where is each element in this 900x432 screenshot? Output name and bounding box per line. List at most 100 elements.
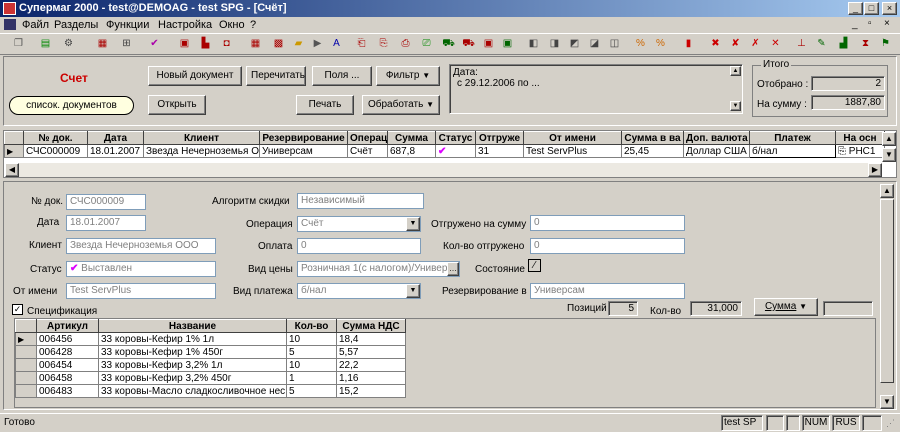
spec-cell-qty[interactable]: 10 (286, 358, 337, 372)
cell-operation[interactable]: Счёт (347, 144, 388, 158)
truck-icon-1[interactable]: ⛟ (440, 36, 457, 52)
cell-extra-currency[interactable]: Доллар США (683, 144, 750, 158)
doc-list-button[interactable]: список. документов (9, 96, 134, 115)
header-sum[interactable]: Сумма (387, 131, 436, 145)
header-status[interactable]: Статус (435, 131, 476, 145)
disk-icon-2[interactable]: ▣ (499, 36, 516, 52)
header-date[interactable]: Дата (87, 131, 144, 145)
from-field[interactable]: Test ServPlus (66, 283, 216, 299)
window-icon[interactable]: ◘ (218, 36, 235, 52)
child-close-button[interactable]: × (884, 18, 890, 29)
truck-icon-2[interactable]: ⛟ (460, 36, 477, 52)
cell-basis[interactable]: ⎘ РНС1 (835, 144, 885, 158)
tag-icon-3[interactable]: ◪ (586, 36, 603, 52)
spec-cell-vat[interactable]: 22,2 (336, 358, 406, 372)
grid-scroll-up-icon[interactable]: ▲ (882, 132, 896, 146)
cell-status[interactable]: ✔ (435, 144, 476, 158)
spec-cell-name[interactable]: 33 коровы-Кефир 3,2% 1л (98, 358, 287, 372)
docno-field[interactable]: СЧС000009 (66, 194, 146, 210)
store-icon[interactable]: ▦ (94, 36, 111, 52)
spec-cell-article[interactable]: 006458 (36, 371, 99, 385)
header-reserve[interactable]: Резервирование (259, 131, 348, 145)
grid-scroll-down-icon[interactable]: ▼ (882, 148, 896, 162)
menu-settings[interactable]: Настройка (158, 19, 212, 31)
percent-icon-2[interactable]: % (652, 36, 669, 52)
shipped-sum-field[interactable]: 0 (530, 215, 685, 231)
spec-cell-name[interactable]: 33 коровы-Масло сладкосливочное нес (98, 384, 287, 398)
spec-cell-name[interactable]: 33 коровы-Кефир 3,2% 450г (98, 371, 287, 385)
cross-icon-3[interactable]: ✗ (747, 36, 764, 52)
recalc-button[interactable]: Перечитать (246, 66, 306, 86)
menu-window[interactable]: Окно (219, 19, 245, 31)
spec-cell-vat[interactable]: 18,4 (336, 332, 406, 346)
cell-from[interactable]: Test ServPlus (523, 144, 622, 158)
spec-cell-name[interactable]: 33 коровы-Кефир 1% 1л (98, 332, 287, 346)
spec-cell-qty[interactable]: 1 (286, 371, 337, 385)
tag-icon-2[interactable]: ◩ (566, 36, 583, 52)
menu-functions[interactable]: Функции (106, 19, 149, 31)
state-checkbox[interactable]: ⁄ (528, 259, 541, 272)
client-field[interactable]: Звезда Нечерноземья ООО (66, 238, 216, 254)
doc-icon-3[interactable]: ⎙ (397, 36, 414, 52)
list-icon[interactable]: ▤ (37, 36, 54, 52)
doc-icon-4[interactable]: ⎚ (418, 36, 435, 52)
minimize-button[interactable]: _ (848, 2, 863, 15)
menu-sections[interactable]: Разделы (54, 19, 98, 31)
font-icon[interactable]: A (328, 36, 345, 52)
header-client[interactable]: Клиент (143, 131, 260, 145)
print-button[interactable]: Печать (296, 95, 354, 115)
spec-cell-vat[interactable]: 1,16 (336, 371, 406, 385)
gear-icon[interactable]: ⚙ (60, 36, 77, 52)
filter-button[interactable]: Фильтр ▼ (376, 66, 440, 86)
pay-type-select[interactable]: б/нал ▼ (297, 283, 421, 299)
folder-icon[interactable]: ▰ (290, 36, 307, 52)
pay-type-dropdown-icon[interactable]: ▼ (406, 284, 420, 298)
chart-icon[interactable]: ▙ (197, 36, 214, 52)
flag-icon[interactable]: ▶ (309, 36, 326, 52)
grid-scroll-left-icon[interactable]: ◀ (5, 163, 19, 177)
header-basis[interactable]: На осн (835, 131, 885, 145)
table-icon[interactable]: ▦ (247, 36, 264, 52)
check-icon[interactable]: ✔ (146, 36, 163, 52)
percent-icon-1[interactable]: % (632, 36, 649, 52)
operation-select[interactable]: Счёт ▼ (297, 216, 421, 232)
tag-icon-1[interactable]: ◨ (546, 36, 563, 52)
reserve-field[interactable]: Универсам (530, 283, 685, 299)
spec-cell-vat[interactable]: 5,57 (336, 345, 406, 359)
cell-reserve[interactable]: Универсам (259, 144, 348, 158)
date-field[interactable]: 18.01.2007 (66, 215, 146, 231)
child-restore-button[interactable]: ▫ (868, 18, 872, 29)
spec-cell-article[interactable]: 006428 (36, 345, 99, 359)
header-currency-sum[interactable]: Сумма в ва (621, 131, 684, 145)
grid-hscroll-track[interactable] (19, 163, 868, 177)
form-scroll-up-icon[interactable]: ▲ (880, 184, 894, 198)
tree-icon[interactable]: ⊞ (118, 36, 135, 52)
spec-cell-article[interactable]: 006483 (36, 384, 99, 398)
header-payment[interactable]: Платеж (749, 131, 836, 145)
process-button[interactable]: Обработать ▼ (362, 95, 440, 115)
price-type-ellipsis-button[interactable]: … (447, 262, 459, 276)
cell-currency-sum[interactable]: 25,45 (621, 144, 684, 158)
filter-scroll-down-icon[interactable]: ▼ (730, 101, 741, 111)
form-scroll-down-icon[interactable]: ▼ (880, 395, 894, 409)
cell-docno[interactable]: СЧС000009 (23, 144, 88, 158)
sum-dropdown-button[interactable]: Сумма ▼ (754, 298, 818, 316)
spec-row[interactable]: ▶ 006456 33 коровы-Кефир 1% 1л 10 18,4 (15, 332, 406, 346)
operation-dropdown-icon[interactable]: ▼ (406, 217, 420, 231)
form-scroll-thumb[interactable] (880, 199, 894, 383)
copy-icon[interactable]: ❐ (10, 36, 27, 52)
form-icon[interactable]: ▣ (176, 36, 193, 52)
spec-header-name[interactable]: Название (98, 319, 287, 333)
cell-client[interactable]: Звезда Нечерноземья О (143, 144, 260, 158)
spec-cell-name[interactable]: 33 коровы-Кефир 1% 450г (98, 345, 287, 359)
table-row[interactable]: ▶ СЧС000009 18.01.2007 Звезда Нечернозем… (4, 144, 885, 158)
cross-icon-4[interactable]: ✕ (767, 36, 784, 52)
cross-icon-2[interactable]: ✘ (727, 36, 744, 52)
spec-cell-article[interactable]: 006456 (36, 332, 99, 346)
open-button[interactable]: Открыть (148, 95, 206, 115)
cell-payment[interactable]: б/нал (749, 144, 836, 158)
doc-icon-2[interactable]: ⎘ (375, 36, 392, 52)
header-extra-currency[interactable]: Доп. валюта (683, 131, 750, 145)
cross-icon-1[interactable]: ✖ (707, 36, 724, 52)
child-minimize-button[interactable]: _ (852, 19, 858, 30)
